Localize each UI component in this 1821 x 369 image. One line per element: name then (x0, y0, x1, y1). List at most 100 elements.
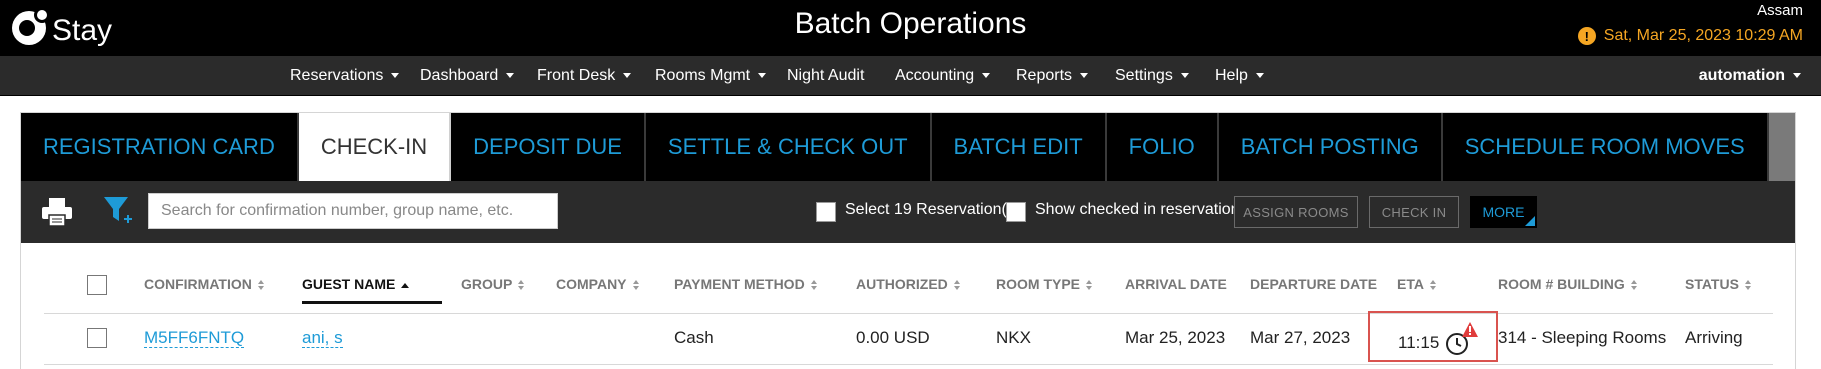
search-input[interactable] (148, 193, 558, 229)
show-checked-in-label: Show checked in reservations (1035, 201, 1248, 218)
more-button[interactable]: MORE (1470, 196, 1537, 228)
cell-eta[interactable]: 11:15 (1368, 311, 1498, 362)
row-divider (44, 313, 1773, 314)
nav-night-audit[interactable]: Night Audit (787, 56, 864, 96)
sort-icon (257, 280, 264, 291)
warning-icon: ! (1577, 27, 1596, 45)
col-header-departure-date[interactable]: DEPARTURE DATE (1250, 276, 1377, 292)
sort-icon (810, 280, 817, 291)
col-label: DEPARTURE DATE (1250, 276, 1378, 292)
col-label: ETA (1397, 276, 1424, 292)
tab-folio[interactable]: FOLIO (1106, 113, 1219, 181)
chevron-down-icon (391, 73, 400, 79)
col-header-guest-name[interactable]: GUEST NAME (302, 276, 410, 292)
nav-dashboard[interactable]: Dashboard (420, 56, 515, 96)
chevron-down-icon (1793, 73, 1801, 79)
logo-mark-icon (12, 7, 50, 45)
nav-settings[interactable]: Settings (1115, 56, 1189, 96)
select-all-checkbox[interactable] (816, 202, 836, 222)
cell-departure-date: Mar 27, 2023 (1250, 328, 1351, 347)
col-header-arrival-date[interactable]: ARRIVAL DATE (1125, 276, 1227, 292)
tab-schedule-room-moves[interactable]: SCHEDULE ROOM MOVES (1442, 113, 1769, 181)
nav-label: Night Audit (787, 67, 865, 84)
col-header-authorized[interactable]: AUTHORIZED (856, 276, 960, 292)
filter-add-icon[interactable] (103, 195, 133, 227)
tab-check-in[interactable]: CHECK-IN (298, 113, 452, 181)
col-header-eta[interactable]: ETA (1397, 276, 1436, 292)
col-header-payment-method[interactable]: PAYMENT METHOD (674, 276, 817, 292)
cell-arrival-date: Mar 25, 2023 (1125, 328, 1226, 347)
col-header-group[interactable]: GROUP (461, 276, 525, 292)
guest-name-link[interactable]: ani, s (302, 328, 343, 348)
nav-rooms-mgmt[interactable]: Rooms Mgmt (655, 56, 767, 96)
col-header-room-type[interactable]: ROOM TYPE (996, 276, 1093, 292)
col-label: ROOM # BUILDING (1498, 276, 1625, 292)
confirmation-link[interactable]: M5FF6FNTQ (144, 328, 245, 348)
tab-bar-filler (1768, 113, 1795, 181)
cell-room-building: 314 - Sleeping Rooms (1498, 328, 1667, 347)
sort-icon (1630, 280, 1637, 291)
col-label: ARRIVAL DATE (1125, 276, 1227, 292)
col-header-company[interactable]: COMPANY (556, 276, 639, 292)
col-label: COMPANY (556, 276, 627, 292)
nav-label: Dashboard (420, 67, 499, 84)
check-in-button[interactable]: CHECK IN (1369, 196, 1459, 228)
chevron-down-icon (506, 73, 515, 79)
sort-icon (518, 280, 525, 291)
alert-triangle-icon (1462, 322, 1478, 337)
header-info: Assam ! Sat, Mar 25, 2023 10:29 AM (1577, 2, 1803, 45)
business-date-text: Sat, Mar 25, 2023 10:29 AM (1603, 27, 1803, 44)
chevron-down-icon (623, 73, 632, 79)
tab-bar: REGISTRATION CARD CHECK-IN DEPOSIT DUE S… (21, 113, 1795, 181)
row-select-checkbox[interactable] (87, 328, 107, 348)
nav-reservations[interactable]: Reservations (290, 56, 400, 96)
top-header: Stay Batch Operations Assam ! Sat, Mar 2… (0, 0, 1821, 56)
select-all-rows-checkbox[interactable] (87, 275, 107, 295)
chevron-down-icon (1080, 73, 1089, 79)
nav-front-desk[interactable]: Front Desk (537, 56, 632, 96)
print-icon[interactable] (41, 197, 73, 227)
sort-icon (1429, 280, 1436, 291)
row-divider (44, 364, 1773, 365)
nav-reports[interactable]: Reports (1016, 56, 1089, 96)
tab-deposit-due[interactable]: DEPOSIT DUE (451, 113, 646, 181)
toolbar: Select 19 Reservation(s) Show checked in… (21, 181, 1795, 243)
nav-label: Front Desk (537, 67, 616, 84)
col-label: GUEST NAME (302, 276, 396, 292)
eta-time: 11:15 (1398, 333, 1440, 352)
col-header-status[interactable]: STATUS (1685, 276, 1751, 292)
cell-guest-name[interactable]: ani, s (302, 328, 343, 348)
property-name[interactable]: Assam (1578, 2, 1803, 19)
show-checked-in-checkbox[interactable] (1006, 202, 1026, 222)
cell-room-type: NKX (996, 328, 1031, 347)
tab-settle-check-out[interactable]: SETTLE & CHECK OUT (645, 113, 932, 181)
user-name: automation (1698, 67, 1785, 84)
col-header-confirmation[interactable]: CONFIRMATION (144, 276, 264, 292)
col-label: GROUP (461, 276, 513, 292)
nav-label: Help (1215, 67, 1248, 84)
page-title: Batch Operations (794, 7, 1027, 40)
col-label: PAYMENT METHOD (674, 276, 805, 292)
nav-accounting[interactable]: Accounting (895, 56, 991, 96)
chevron-down-icon (758, 73, 767, 79)
chevron-down-icon (1255, 73, 1264, 79)
user-menu[interactable]: automation (1699, 56, 1801, 96)
tab-batch-posting[interactable]: BATCH POSTING (1218, 113, 1443, 181)
tab-batch-edit[interactable]: BATCH EDIT (931, 113, 1107, 181)
sort-icon (1086, 280, 1093, 291)
cell-confirmation[interactable]: M5FF6FNTQ (144, 328, 245, 348)
app-logo[interactable]: Stay (12, 6, 112, 50)
nav-help[interactable]: Help (1215, 56, 1264, 96)
nav-label: Reservations (290, 67, 384, 84)
col-header-room-building[interactable]: ROOM # BUILDING (1498, 276, 1637, 292)
tab-registration-card[interactable]: REGISTRATION CARD (21, 113, 299, 181)
nav-label: Accounting (895, 67, 975, 84)
select-all-label: Select 19 Reservation(s) (845, 201, 1021, 218)
col-label: CONFIRMATION (144, 276, 252, 292)
sort-ascending-icon (401, 282, 410, 288)
assign-rooms-button[interactable]: ASSIGN ROOMS (1234, 196, 1358, 228)
main-nav: Reservations Dashboard Front Desk Rooms … (0, 56, 1821, 96)
cell-payment-method: Cash (674, 328, 714, 347)
business-date: ! Sat, Mar 25, 2023 10:29 AM (1577, 27, 1803, 45)
app-name: Stay (52, 14, 113, 47)
